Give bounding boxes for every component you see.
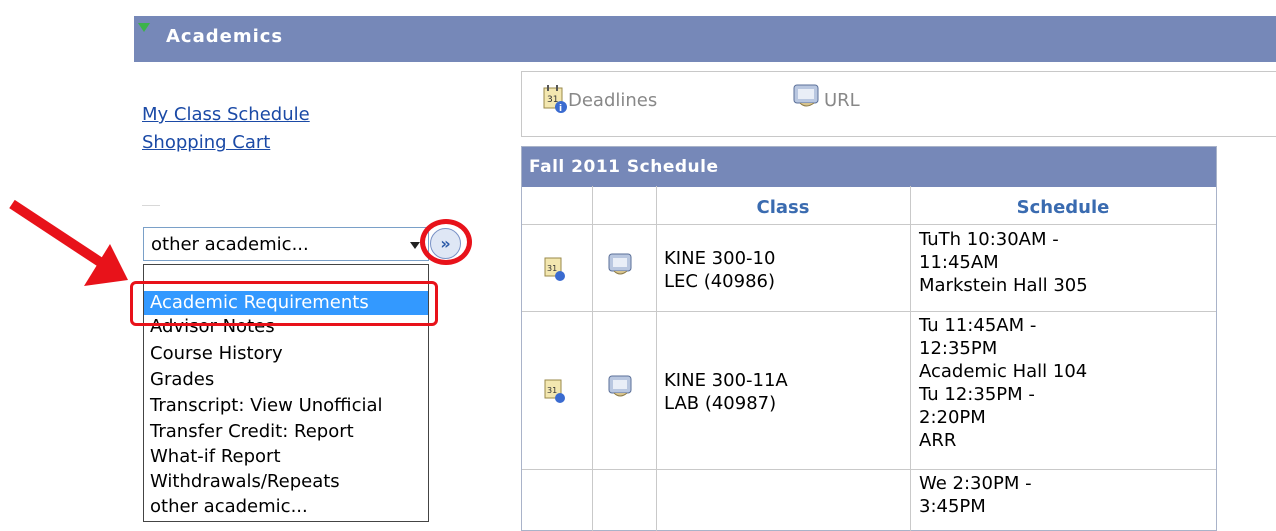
schedule-title: Fall 2011 Schedule — [522, 147, 1216, 187]
schedule-line: TuTh 10:30AM - — [919, 229, 1059, 250]
shopping-cart-link[interactable]: Shopping Cart — [142, 132, 270, 153]
grid-line — [522, 311, 1216, 312]
schedule-line: Markstein Hall 305 — [919, 275, 1088, 296]
academics-select[interactable]: other academic... — [143, 227, 429, 261]
schedule-line: 12:35PM — [919, 338, 998, 359]
chevron-down-icon[interactable] — [410, 242, 420, 249]
collapse-triangle-icon[interactable] — [138, 23, 150, 32]
schedule-line: ARR — [919, 430, 957, 451]
select-value: other academic... — [151, 234, 309, 255]
url-link[interactable]: URL — [824, 90, 860, 111]
schedule-line: 3:45PM — [919, 496, 986, 517]
red-arrow-icon — [9, 199, 128, 286]
url-icon[interactable] — [607, 252, 637, 280]
grid-line — [592, 186, 593, 531]
class-code: KINE 300-10 — [664, 248, 776, 269]
grid-line — [522, 224, 1216, 225]
schedule-line: Tu 12:35PM - — [919, 384, 1035, 405]
section-title: Academics — [166, 26, 284, 47]
option-withdrawals-repeats[interactable]: Withdrawals/Repeats — [144, 470, 428, 494]
schedule-line: 11:45AM — [919, 252, 999, 273]
url-icon[interactable] — [792, 83, 822, 111]
svg-text:31: 31 — [547, 386, 557, 395]
requirements-highlight-box — [130, 281, 438, 326]
calendar-info-icon[interactable]: 31 — [543, 376, 569, 406]
schedule-line: 2:20PM — [919, 407, 986, 428]
option-transfer-credit[interactable]: Transfer Credit: Report — [144, 420, 428, 444]
deadlines-link[interactable]: Deadlines — [568, 90, 657, 111]
column-header-schedule[interactable]: Schedule — [910, 197, 1216, 218]
svg-text:i: i — [559, 104, 562, 114]
class-section: LAB (40987) — [664, 393, 777, 414]
column-header-class[interactable]: Class — [656, 197, 910, 218]
my-class-schedule-link[interactable]: My Class Schedule — [142, 104, 310, 125]
calendar-info-icon[interactable]: 31 — [543, 254, 569, 284]
option-grades[interactable]: Grades — [144, 368, 428, 392]
option-transcript[interactable]: Transcript: View Unofficial — [144, 394, 428, 418]
grid-line — [522, 469, 1216, 470]
section-header: Academics — [134, 16, 1276, 62]
go-button-highlight-ring — [420, 219, 472, 265]
calendar-info-icon[interactable]: 31 i — [542, 84, 568, 114]
url-icon[interactable] — [607, 374, 637, 402]
schedule-line: Academic Hall 104 — [919, 361, 1088, 382]
option-other-academic[interactable]: other academic... — [144, 495, 428, 519]
schedule-line: Tu 11:45AM - — [919, 315, 1037, 336]
schedule-line: We 2:30PM - — [919, 473, 1032, 494]
class-code: KINE 300-11A — [664, 370, 788, 391]
schedule-toolbar: 31 i Deadlines URL — [521, 71, 1276, 137]
option-what-if-report[interactable]: What-if Report — [144, 445, 428, 469]
class-section: LEC (40986) — [664, 271, 775, 292]
grid-line — [910, 186, 911, 531]
grid-line — [656, 186, 657, 531]
svg-text:31: 31 — [547, 264, 557, 273]
option-course-history[interactable]: Course History — [144, 342, 428, 366]
